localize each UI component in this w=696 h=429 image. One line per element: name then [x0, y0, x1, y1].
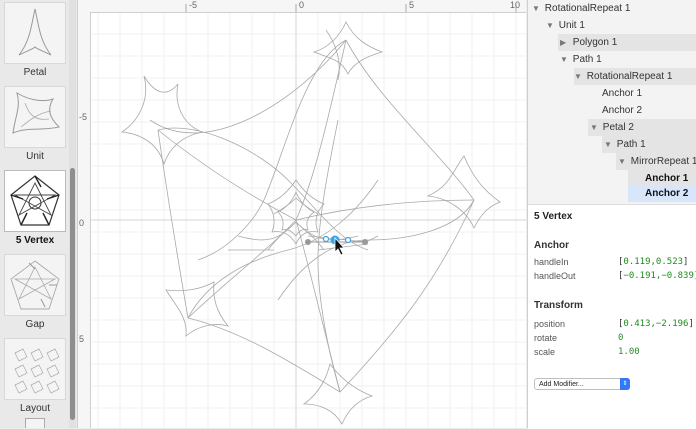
thumbnail-next-partial[interactable] — [25, 418, 45, 428]
tree-node-label: Petal 2 — [602, 122, 634, 133]
canvas-drawing — [90, 12, 526, 428]
tree-node-label: Path 1 — [572, 54, 602, 65]
inspector-panel: 5 Vertex Anchor handleIn [0.119,0.523] h… — [528, 204, 696, 429]
disclosure-down-icon[interactable]: ▼ — [574, 68, 584, 85]
handle-out-control — [344, 236, 352, 244]
horizontal-ruler[interactable]: -5 0 5 10 — [78, 0, 526, 13]
disclosure-down-icon[interactable]: ▼ — [618, 153, 628, 170]
handle-in-label: handleIn — [534, 257, 569, 267]
tree-node-label: Unit 1 — [558, 20, 585, 31]
disclosure-down-icon[interactable]: ▼ — [590, 119, 600, 136]
thumbnail-gap[interactable]: Gap — [4, 254, 66, 330]
handle-out-value[interactable]: [−0.191,−0.839] — [618, 271, 696, 281]
vertical-ruler[interactable]: -5 0 5 — [78, 12, 91, 428]
thumbnail-5-vertex-preview — [4, 170, 66, 232]
ruler-tick-label: -5 — [79, 112, 88, 122]
ruler-tick-label: 0 — [299, 0, 305, 10]
tree-node-rotational-repeat[interactable]: ▼ RotationalRepeat 1 — [532, 0, 630, 17]
thumbnail-label: Layout — [19, 403, 51, 414]
add-modifier-select[interactable]: Add Modifier... ⇕ — [534, 378, 630, 390]
thumbnail-scrollbar[interactable] — [70, 168, 75, 420]
tree-node-label: Path 1 — [616, 139, 646, 150]
scale-value[interactable]: 1.00 — [618, 347, 640, 357]
ruler-tick-label: 5 — [409, 0, 415, 10]
tree-node-petal-2[interactable]: ▼ Petal 2 — [590, 119, 634, 136]
tree-node-label: Anchor 1 — [645, 173, 689, 184]
tree-node-mirror-repeat[interactable]: ▼ MirrorRepeat 1 — [618, 153, 696, 170]
position-label: position — [534, 319, 566, 329]
thumbnail-label: Unit — [26, 151, 44, 162]
thumbnail-gap-preview — [4, 254, 66, 316]
ruler-tick-label: 10 — [510, 0, 521, 10]
handle-in-control — [322, 235, 330, 243]
handle-in-value[interactable]: [0.119,0.523] — [618, 257, 688, 267]
thumbnail-label: Gap — [25, 319, 45, 330]
layer-tree: ▼ RotationalRepeat 1 ▼ Unit 1 ▶ Polygon … — [528, 0, 696, 204]
tree-node-label: RotationalRepeat 1 — [586, 71, 673, 82]
tree-node-label: Anchor 2 — [645, 188, 689, 199]
handle-in-point — [305, 239, 311, 245]
ruler-tick-label: 0 — [79, 218, 85, 228]
thumbnail-unit-preview — [4, 86, 66, 148]
select-stepper-icon: ⇕ — [620, 378, 630, 390]
position-value[interactable]: [0.413,−2.196] — [618, 319, 694, 329]
add-modifier-label: Add Modifier... — [539, 381, 584, 388]
disclosure-down-icon[interactable]: ▼ — [546, 17, 556, 34]
disclosure-right-icon[interactable]: ▶ — [560, 34, 570, 51]
tree-node-unit[interactable]: ▼ Unit 1 — [546, 17, 585, 34]
thumbnail-5-vertex[interactable]: 5 Vertex — [4, 170, 66, 246]
right-panel: ▼ RotationalRepeat 1 ▼ Unit 1 ▶ Polygon … — [527, 0, 696, 429]
anchor-section-heading: Anchor — [534, 240, 569, 251]
tree-node-label: RotationalRepeat 1 — [544, 3, 631, 14]
tree-node-rotational-repeat-nested[interactable]: ▼ RotationalRepeat 1 — [574, 68, 672, 85]
handle-out-label: handleOut — [534, 271, 576, 281]
tree-node-anchor-2-selected[interactable]: Anchor 2 — [645, 185, 688, 202]
tree-node-label: Anchor 2 — [602, 105, 643, 116]
thumbnail-sidebar: Petal Unit 5 Vertex Gap Layout — [0, 0, 78, 428]
tree-node-label: MirrorRepeat 1 — [630, 156, 696, 167]
rotate-value[interactable]: 0 — [618, 333, 623, 343]
tree-node-anchor-1[interactable]: Anchor 1 — [602, 85, 642, 102]
inspector-title: 5 Vertex — [534, 211, 573, 222]
thumbnail-label: Petal — [23, 67, 47, 78]
drawing-canvas[interactable]: -5 0 5 10 -5 0 5 — [78, 0, 526, 428]
tree-node-label: Polygon 1 — [572, 37, 618, 48]
transform-section-heading: Transform — [534, 300, 583, 311]
rotate-label: rotate — [534, 333, 558, 343]
scale-label: scale — [534, 347, 556, 357]
ruler-tick-label: 5 — [79, 334, 85, 344]
tree-node-path[interactable]: ▼ Path 1 — [560, 51, 602, 68]
thumbnail-unit[interactable]: Unit — [4, 86, 66, 162]
thumbnail-layout-preview — [4, 338, 66, 400]
disclosure-down-icon[interactable]: ▼ — [532, 0, 542, 17]
thumbnail-layout[interactable]: Layout — [4, 338, 66, 414]
thumbnail-petal[interactable]: Petal — [4, 2, 66, 78]
tree-node-polygon[interactable]: ▶ Polygon 1 — [560, 34, 617, 51]
disclosure-down-icon[interactable]: ▼ — [604, 136, 614, 153]
disclosure-down-icon[interactable]: ▼ — [560, 51, 570, 68]
thumbnail-petal-preview — [4, 2, 66, 64]
ruler-tick-label: -5 — [189, 0, 198, 10]
tree-node-path-nested[interactable]: ▼ Path 1 — [604, 136, 646, 153]
thumbnail-label: 5 Vertex — [15, 235, 55, 246]
handle-out-point — [362, 239, 368, 245]
tree-node-label: Anchor 1 — [602, 88, 643, 99]
tree-node-anchor-2[interactable]: Anchor 2 — [602, 102, 642, 119]
